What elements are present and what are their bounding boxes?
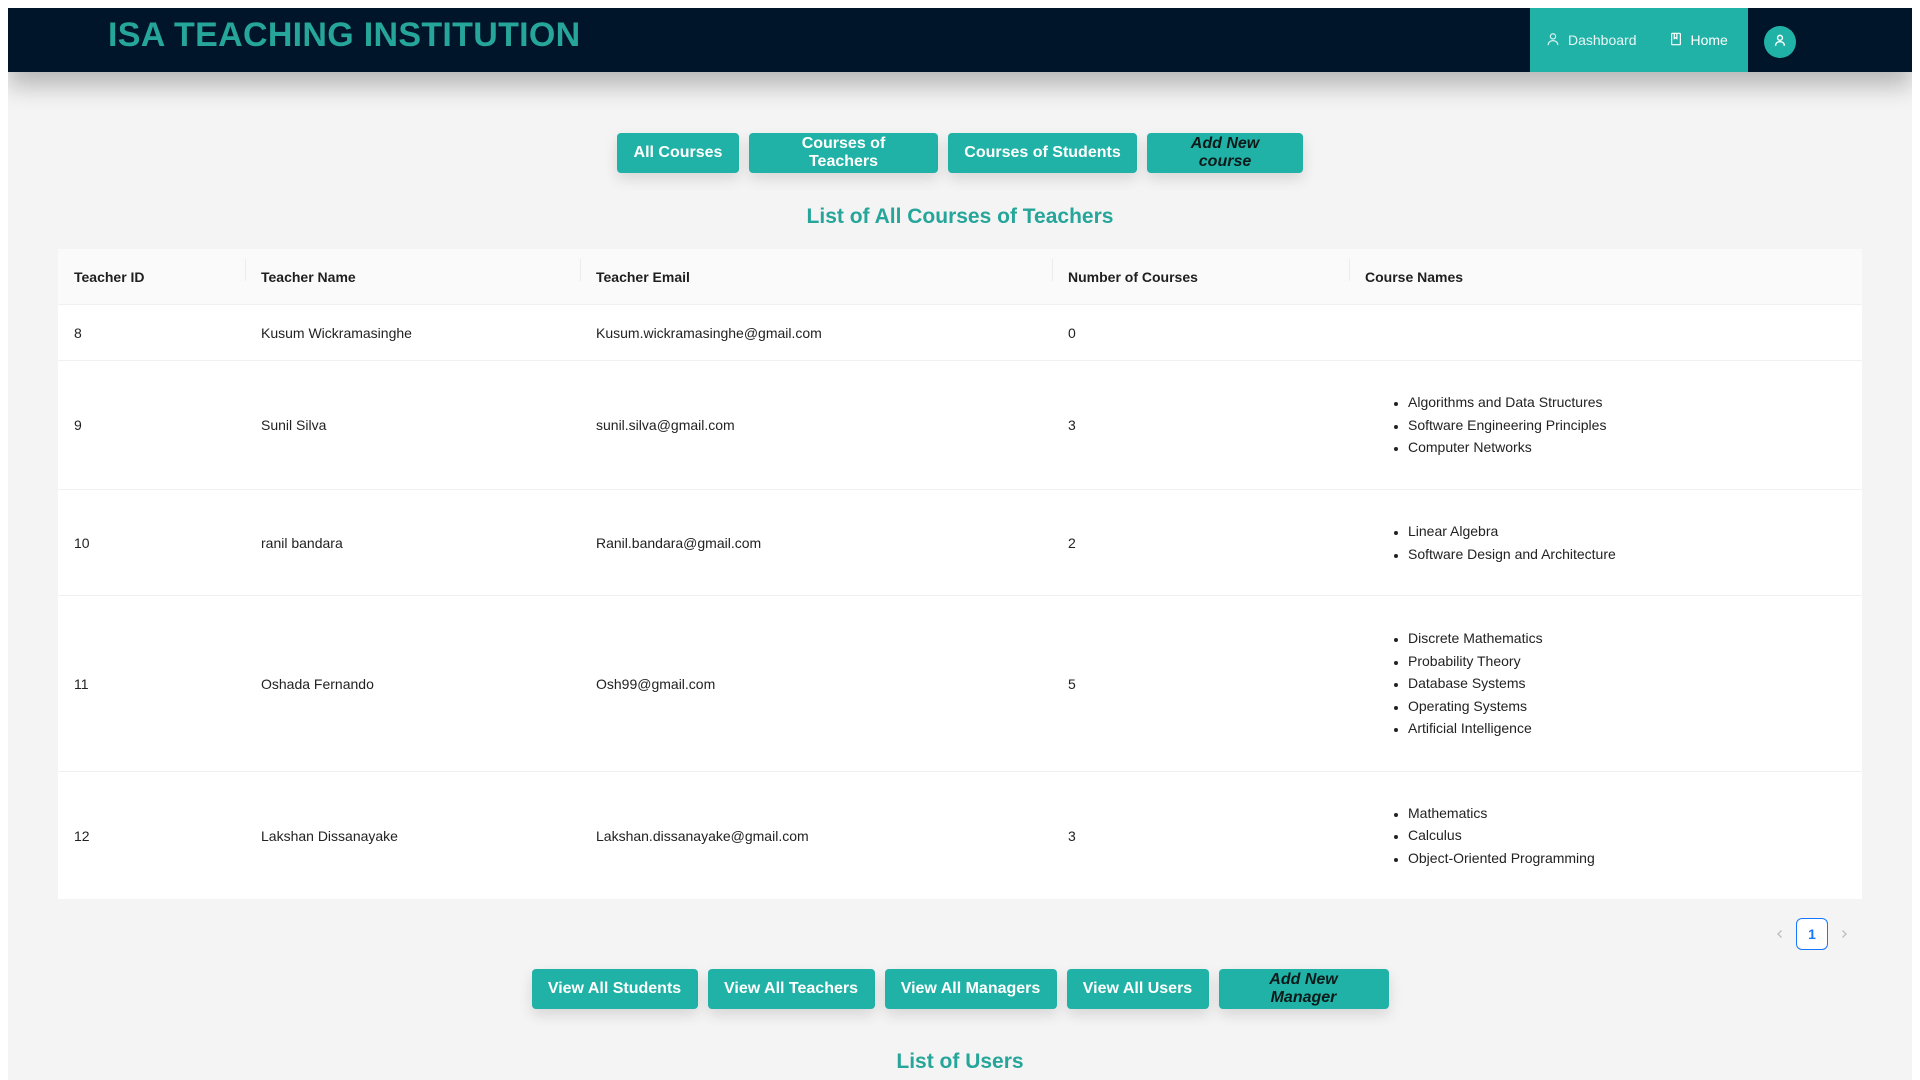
list-item: Linear Algebra: [1408, 520, 1862, 543]
column-header: Teacher ID: [74, 268, 145, 285]
teacher-email-cell: Lakshan.dissanayake@gmail.com: [596, 827, 809, 844]
avatar[interactable]: [1764, 26, 1796, 58]
view-all-managers-button[interactable]: View All Managers: [884, 969, 1057, 1009]
list-item: Operating Systems: [1408, 695, 1862, 718]
column-header: Course Names: [1349, 258, 1862, 285]
teacher-id-cell: 12: [74, 827, 90, 844]
nav-dashboard-label: Dashboard: [1568, 32, 1637, 48]
teacher-email-cell: Kusum.wickramasinghe@gmail.com: [596, 324, 822, 341]
column-header: Teacher Email: [580, 258, 1052, 285]
course-names-cell: Mathematics Calculus Object-Oriented Pro…: [1349, 802, 1862, 870]
nav-home[interactable]: Home: [1653, 8, 1744, 72]
list-item: Algorithms and Data Structures: [1408, 391, 1862, 414]
course-list: Discrete Mathematics Probability Theory …: [1365, 627, 1862, 740]
teacher-name-cell: Sunil Silva: [261, 417, 327, 433]
nav-dashboard[interactable]: Dashboard: [1530, 8, 1653, 72]
list-item: Discrete Mathematics: [1408, 627, 1862, 650]
list-item: Artificial Intelligence: [1408, 717, 1862, 740]
list-item: Mathematics: [1408, 802, 1862, 825]
list-item: Software Engineering Principles: [1408, 414, 1862, 437]
user-button-group: View All Students View All Teachers View…: [8, 969, 1912, 1009]
course-button-group: All Courses Courses of Teachers Courses …: [8, 133, 1912, 173]
pagination: 1: [1764, 918, 1860, 950]
teacher-name-cell: Kusum Wickramasinghe: [261, 324, 412, 341]
list-item: Database Systems: [1408, 672, 1862, 695]
courses-of-students-button[interactable]: Courses of Students: [948, 133, 1137, 173]
table-row: 12 Lakshan Dissanayake Lakshan.dissanaya…: [58, 772, 1862, 899]
chevron-left-icon[interactable]: [1764, 918, 1796, 950]
teacher-email-cell: sunil.silva@gmail.com: [596, 417, 735, 433]
teachers-courses-table: Teacher ID Teacher Name Teacher Email Nu…: [58, 249, 1862, 899]
user-icon: [1773, 33, 1787, 52]
teacher-name-cell: ranil bandara: [261, 534, 343, 551]
table-row: 8 Kusum Wickramasinghe Kusum.wickramasin…: [58, 305, 1862, 361]
list-item: Computer Networks: [1408, 436, 1862, 459]
courses-of-teachers-button[interactable]: Courses of Teachers: [749, 133, 938, 173]
add-new-manager-button[interactable]: Add New Manager: [1218, 969, 1389, 1009]
table-row: 11 Oshada Fernando Osh99@gmail.com 5 Dis…: [58, 596, 1862, 772]
page-number-button[interactable]: 1: [1796, 918, 1828, 950]
course-count-cell: 3: [1068, 827, 1076, 844]
top-header: ISA TEACHING INSTITUTION Dashboard Home: [8, 8, 1912, 72]
teacher-email-cell: Ranil.bandara@gmail.com: [596, 534, 762, 551]
course-names-cell: Linear Algebra Software Design and Archi…: [1349, 520, 1862, 565]
nav-home-label: Home: [1690, 32, 1728, 48]
teacher-id-cell: 9: [74, 417, 82, 433]
teacher-name-cell: Oshada Fernando: [261, 675, 374, 692]
nav-menu: Dashboard Home: [1530, 8, 1748, 72]
table-header: Teacher ID Teacher Name Teacher Email Nu…: [58, 249, 1862, 305]
table-row: 10 ranil bandara Ranil.bandara@gmail.com…: [58, 490, 1862, 596]
course-names-cell: Discrete Mathematics Probability Theory …: [1349, 627, 1862, 740]
column-header: Teacher Name: [245, 258, 580, 285]
course-list: Algorithms and Data Structures Software …: [1365, 391, 1862, 459]
view-all-teachers-button[interactable]: View All Teachers: [707, 969, 875, 1009]
view-all-students-button[interactable]: View All Students: [531, 969, 698, 1009]
course-count-cell: 3: [1068, 417, 1076, 433]
course-list: Linear Algebra Software Design and Archi…: [1365, 520, 1862, 565]
table-row: 9 Sunil Silva sunil.silva@gmail.com 3 Al…: [58, 361, 1862, 490]
course-list: Mathematics Calculus Object-Oriented Pro…: [1365, 802, 1862, 870]
course-count-cell: 0: [1068, 324, 1076, 341]
list-item: Object-Oriented Programming: [1408, 847, 1862, 870]
users-section-title: List of Users: [896, 1050, 1024, 1073]
course-count-cell: 2: [1068, 534, 1076, 551]
column-header: Number of Courses: [1052, 258, 1349, 285]
teacher-id-cell: 8: [74, 324, 82, 341]
brand-title: ISA TEACHING INSTITUTION: [108, 16, 581, 54]
user-icon: [1546, 32, 1560, 49]
book-icon: [1669, 32, 1683, 49]
view-all-users-button[interactable]: View All Users: [1066, 969, 1209, 1009]
teacher-email-cell: Osh99@gmail.com: [596, 675, 716, 692]
all-courses-button[interactable]: All Courses: [617, 133, 739, 173]
page-frame: ISA TEACHING INSTITUTION Dashboard Home …: [8, 8, 1912, 1080]
teacher-id-cell: 11: [74, 675, 89, 692]
list-item: Software Design and Architecture: [1408, 543, 1862, 566]
chevron-right-icon[interactable]: [1828, 918, 1860, 950]
teacher-name-cell: Lakshan Dissanayake: [261, 827, 398, 844]
course-names-cell: Algorithms and Data Structures Software …: [1349, 391, 1862, 459]
course-count-cell: 5: [1068, 675, 1076, 692]
teacher-id-cell: 10: [74, 534, 90, 551]
add-new-course-button[interactable]: Add New course: [1147, 133, 1303, 173]
courses-section-title: List of All Courses of Teachers: [806, 205, 1114, 228]
list-item: Probability Theory: [1408, 650, 1862, 673]
list-item: Calculus: [1408, 824, 1862, 847]
